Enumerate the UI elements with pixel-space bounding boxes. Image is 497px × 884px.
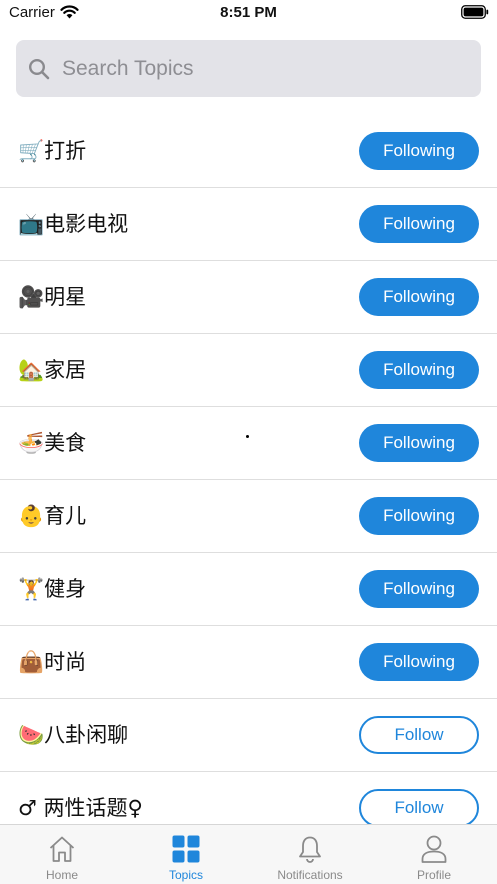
grid-icon — [172, 835, 200, 863]
home-icon — [49, 836, 75, 862]
status-bar: Carrier 8:51 PM — [0, 0, 497, 26]
topic-name: 👶育儿 — [18, 504, 87, 528]
tab-label: Home — [45, 868, 78, 882]
status-time: 8:51 PM — [220, 4, 277, 21]
topic-row[interactable]: 🎥明星 Following — [0, 261, 497, 334]
follow-toggle-button[interactable]: Following — [359, 570, 479, 608]
topic-row[interactable]: 🛒打折 Following — [0, 115, 497, 188]
topic-name: 🍉八卦闲聊 — [18, 723, 129, 747]
follow-toggle-button[interactable]: Following — [359, 351, 479, 389]
follow-toggle-button[interactable]: Following — [359, 132, 479, 170]
tab-topics[interactable]: Topics — [124, 825, 248, 884]
battery-icon — [461, 5, 489, 19]
stray-dot — [246, 435, 249, 438]
topic-list: 🛒打折 Following 📺电影电视 Following 🎥明星 Follow… — [0, 115, 497, 824]
tab-bar: Home Topics Notifications Profile — [0, 824, 497, 884]
follow-toggle-button[interactable]: Follow — [359, 716, 479, 754]
person-icon — [421, 835, 447, 863]
topic-row[interactable]: 📺电影电视 Following — [0, 188, 497, 261]
topic-name: ♂ 两性话题♀ — [18, 796, 143, 820]
topic-name: 👜时尚 — [18, 650, 87, 674]
topic-name: 🛒打折 — [18, 139, 87, 163]
follow-toggle-button[interactable]: Follow — [359, 789, 479, 824]
topic-name: 🏋健身 — [18, 577, 87, 601]
follow-toggle-button[interactable]: Following — [359, 205, 479, 243]
topic-name: 📺电影电视 — [18, 212, 129, 236]
follow-toggle-button[interactable]: Following — [359, 643, 479, 681]
topic-row[interactable]: 👜时尚 Following — [0, 626, 497, 699]
topic-name: 🎥明星 — [18, 285, 87, 309]
topic-name: 🍜美食 — [18, 431, 87, 455]
follow-toggle-button[interactable]: Following — [359, 497, 479, 535]
tab-home[interactable]: Home — [0, 825, 124, 884]
tab-label: Notifications — [277, 868, 343, 882]
follow-toggle-button[interactable]: Following — [359, 424, 479, 462]
bell-icon — [299, 836, 321, 863]
search-icon — [28, 58, 50, 80]
tab-profile[interactable]: Profile — [372, 825, 496, 884]
tab-notifications[interactable]: Notifications — [248, 825, 372, 884]
tab-label: Profile — [416, 868, 451, 882]
topic-row[interactable]: 👶育儿 Following — [0, 480, 497, 553]
topic-name: 🏡家居 — [18, 358, 87, 382]
topic-row[interactable]: 🏡家居 Following — [0, 334, 497, 407]
topic-row[interactable]: 🍉八卦闲聊 Follow — [0, 699, 497, 772]
topic-row[interactable]: ♂ 两性话题♀ Follow — [0, 772, 497, 824]
topic-row[interactable]: 🏋健身 Following — [0, 553, 497, 626]
topic-row[interactable]: 🍜美食 Following — [0, 407, 497, 480]
follow-toggle-button[interactable]: Following — [359, 278, 479, 316]
search-bar[interactable] — [16, 40, 481, 97]
search-input[interactable] — [62, 50, 462, 87]
tab-label: Topics — [168, 868, 203, 882]
